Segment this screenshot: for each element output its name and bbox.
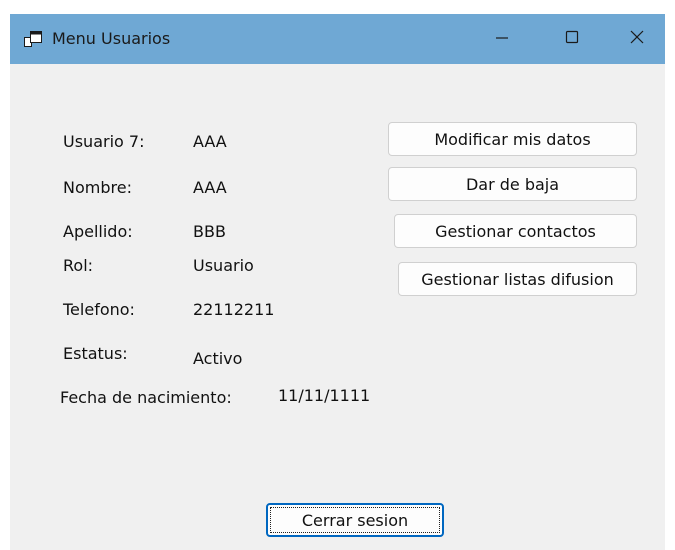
fecha-nacimiento-label: Fecha de nacimiento: [60, 388, 232, 407]
nombre-label: Nombre: [63, 178, 132, 197]
rol-label: Rol: [63, 256, 94, 275]
estatus-label: Estatus: [63, 344, 128, 363]
cerrar-sesion-button[interactable]: Cerrar sesion [266, 503, 444, 537]
telefono-value: 22112211 [193, 300, 275, 319]
close-icon [629, 29, 645, 49]
fecha-nacimiento-value: 11/11/1111 [278, 386, 371, 405]
telefono-label: Telefono: [63, 300, 135, 319]
close-button[interactable] [610, 14, 664, 64]
modificar-datos-button[interactable]: Modificar mis datos [388, 122, 637, 156]
menu-usuarios-window: Menu Usuarios Usuario 7: AAA Nombre: AAA… [10, 14, 665, 550]
maximize-icon [564, 29, 580, 49]
usuario-value: AAA [193, 132, 227, 151]
apellido-label: Apellido: [63, 222, 133, 241]
window-title: Menu Usuarios [52, 29, 171, 48]
maximize-button[interactable] [545, 14, 599, 64]
title-bar[interactable]: Menu Usuarios [10, 14, 665, 64]
usuario-label: Usuario 7: [63, 132, 145, 151]
gestionar-listas-difusion-button[interactable]: Gestionar listas difusion [398, 262, 637, 296]
rol-value: Usuario [193, 256, 254, 275]
estatus-value: Activo [193, 349, 243, 368]
apellido-value: BBB [193, 222, 226, 241]
gestionar-contactos-button[interactable]: Gestionar contactos [394, 214, 637, 248]
cerrar-sesion-label: Cerrar sesion [301, 510, 409, 530]
minimize-button[interactable] [475, 14, 529, 64]
dar-de-baja-button[interactable]: Dar de baja [388, 167, 637, 201]
app-window-icon [24, 31, 42, 47]
nombre-value: AAA [193, 178, 227, 197]
minimize-icon [494, 29, 510, 49]
